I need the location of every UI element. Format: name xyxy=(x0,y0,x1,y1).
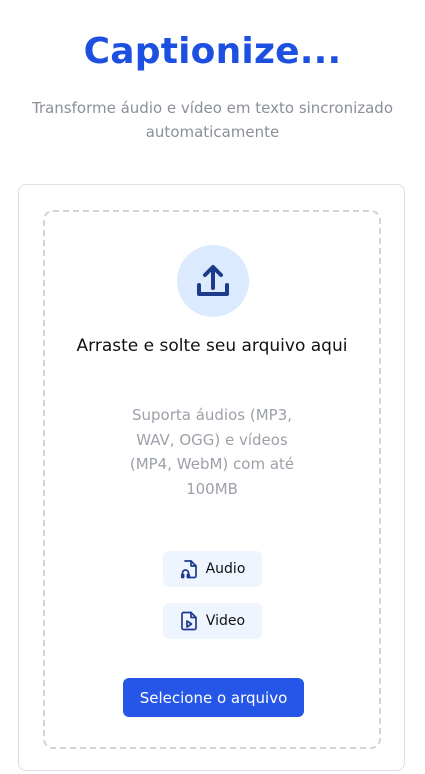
audio-type-label: Audio xyxy=(205,561,246,577)
upload-card: Arraste e solte seu arquivo aqui Suporta… xyxy=(18,184,405,771)
select-file-button[interactable]: Selecione o arquivo xyxy=(123,678,304,717)
file-dropzone[interactable]: Arraste e solte seu arquivo aqui Suporta… xyxy=(43,210,381,749)
app-subtitle: Transforme áudio e vídeo em texto sincro… xyxy=(31,99,394,141)
video-file-icon xyxy=(180,611,198,631)
audio-file-icon xyxy=(180,559,198,579)
video-type-label: Video xyxy=(205,613,246,629)
dropzone-title: Arraste e solte seu arquivo aqui xyxy=(76,336,348,356)
upload-icon xyxy=(177,245,249,317)
video-type-chip: Video xyxy=(163,603,262,639)
app-title: Captionize... xyxy=(83,31,342,72)
dropzone-description: Suporta áudios (MP3, WAV, OGG) e vídeos … xyxy=(129,406,295,498)
audio-type-chip: Audio xyxy=(163,551,262,587)
